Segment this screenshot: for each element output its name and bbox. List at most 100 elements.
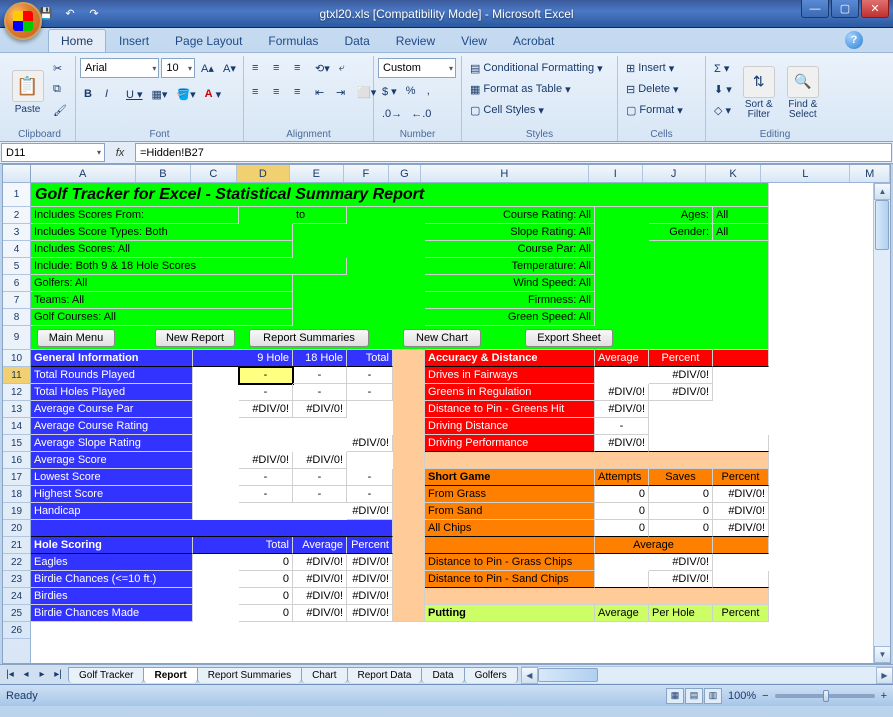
cells-area[interactable]: Golf Tracker for Excel - Statistical Sum… (31, 183, 873, 663)
format-painter-button[interactable]: 🖌 (49, 100, 71, 120)
view-normal-button[interactable]: ▦ (666, 688, 684, 704)
button-main-menu[interactable]: Main Menu (37, 329, 115, 347)
row-header-17[interactable]: 17 (3, 469, 30, 486)
row-header-25[interactable]: 25 (3, 605, 30, 622)
button-new-report[interactable]: New Report (155, 329, 235, 347)
col-header-E[interactable]: E (290, 165, 343, 182)
decrease-decimal-button[interactable]: ←.0 (407, 104, 435, 124)
align-center-button[interactable]: ≡ (269, 82, 289, 102)
col-header-J[interactable]: J (643, 165, 706, 182)
scroll-left-button[interactable]: ◀ (521, 667, 538, 684)
italic-button[interactable]: I (101, 84, 121, 104)
cell-styles-button[interactable]: ▢ Cell Styles ▾ (466, 100, 613, 120)
row-header-18[interactable]: 18 (3, 486, 30, 503)
office-button[interactable] (4, 2, 42, 40)
tab-formulas[interactable]: Formulas (255, 29, 331, 52)
col-header-G[interactable]: G (389, 165, 421, 182)
row-header-24[interactable]: 24 (3, 588, 30, 605)
maximize-button[interactable]: ▢ (831, 0, 859, 18)
row-header-9[interactable]: 9 (3, 326, 30, 350)
row-header-8[interactable]: 8 (3, 309, 30, 326)
scroll-up-button[interactable]: ▲ (874, 183, 890, 200)
sheet-nav-first[interactable]: |◂ (2, 667, 18, 683)
help-icon[interactable]: ? (845, 31, 863, 49)
view-page-break-button[interactable]: ▥ (704, 688, 722, 704)
sheet-nav-last[interactable]: ▸| (50, 667, 66, 683)
number-format-combo[interactable]: Custom (378, 58, 456, 78)
sheet-nav-next[interactable]: ▸ (34, 667, 50, 683)
row-header-15[interactable]: 15 (3, 435, 30, 452)
fx-button[interactable]: fx (106, 142, 134, 163)
conditional-formatting-button[interactable]: ▤ Conditional Formatting ▾ (466, 58, 613, 78)
col-header-H[interactable]: H (421, 165, 589, 182)
col-header-B[interactable]: B (136, 165, 191, 182)
tab-home[interactable]: Home (48, 29, 106, 52)
sheet-nav-prev[interactable]: ◂ (18, 667, 34, 683)
sheet-tab-data[interactable]: Data (421, 667, 464, 683)
cut-button[interactable]: ✂ (49, 58, 71, 78)
scroll-down-button[interactable]: ▼ (874, 646, 890, 663)
percent-button[interactable]: % (402, 81, 422, 101)
select-all-corner[interactable] (3, 165, 31, 182)
fill-button[interactable]: ⬇ ▾ (710, 79, 736, 99)
sheet-tab-report[interactable]: Report (143, 667, 197, 683)
row-header-3[interactable]: 3 (3, 224, 30, 241)
zoom-out-button[interactable]: − (762, 690, 768, 702)
close-button[interactable]: ✕ (861, 0, 889, 18)
tab-acrobat[interactable]: Acrobat (500, 29, 567, 52)
row-header-5[interactable]: 5 (3, 258, 30, 275)
shrink-font-button[interactable]: A▾ (219, 58, 239, 78)
insert-cells-button[interactable]: ⊞ Insert ▾ (622, 58, 701, 78)
col-header-A[interactable]: A (31, 165, 136, 182)
fill-color-button[interactable]: 🪣▾ (172, 84, 199, 104)
copy-button[interactable]: ⧉ (49, 79, 71, 99)
col-header-K[interactable]: K (706, 165, 761, 182)
row-header-2[interactable]: 2 (3, 207, 30, 224)
row-header-10[interactable]: 10 (3, 350, 30, 367)
tab-insert[interactable]: Insert (106, 29, 162, 52)
button-export-sheet[interactable]: Export Sheet (525, 329, 613, 347)
autosum-button[interactable]: Σ ▾ (710, 58, 736, 78)
find-select-button[interactable]: 🔍 Find & Select (782, 58, 824, 127)
row-header-4[interactable]: 4 (3, 241, 30, 258)
row-header-26[interactable]: 26 (3, 622, 30, 639)
sheet-tab-golfers[interactable]: Golfers (464, 667, 518, 683)
row-header-7[interactable]: 7 (3, 292, 30, 309)
sheet-tab-report-summaries[interactable]: Report Summaries (197, 667, 302, 683)
row-header-6[interactable]: 6 (3, 275, 30, 292)
font-color-button[interactable]: A▾ (201, 84, 225, 104)
orientation-button[interactable]: ⟲▾ (311, 58, 334, 78)
font-name-combo[interactable]: Arial (80, 58, 159, 78)
name-box[interactable]: D11 (1, 143, 105, 162)
vertical-scrollbar[interactable]: ▲ ▼ (873, 183, 890, 663)
zoom-in-button[interactable]: + (881, 690, 887, 702)
wrap-text-button[interactable]: ⤶ (335, 58, 355, 78)
qat-undo-icon[interactable]: ↶ (60, 4, 80, 24)
col-header-F[interactable]: F (344, 165, 390, 182)
row-header-20[interactable]: 20 (3, 520, 30, 537)
comma-button[interactable]: , (423, 81, 443, 101)
tab-review[interactable]: Review (383, 29, 448, 52)
align-middle-button[interactable]: ≡ (269, 58, 289, 78)
currency-button[interactable]: $ ▾ (378, 81, 401, 101)
grow-font-button[interactable]: A▴ (197, 58, 217, 78)
col-header-M[interactable]: M (850, 165, 890, 182)
minimize-button[interactable]: — (801, 0, 829, 18)
zoom-slider[interactable] (775, 694, 875, 698)
format-as-table-button[interactable]: ▦ Format as Table ▾ (466, 79, 613, 99)
col-header-I[interactable]: I (589, 165, 642, 182)
merge-button[interactable]: ⬜▾ (353, 82, 373, 102)
horizontal-scrollbar[interactable]: ◀ ▶ (521, 666, 893, 683)
button-report-summaries[interactable]: Report Summaries (249, 329, 369, 347)
border-button[interactable]: ▦▾ (148, 84, 172, 104)
tab-data[interactable]: Data (331, 29, 382, 52)
align-bottom-button[interactable]: ≡ (290, 58, 310, 78)
row-header-19[interactable]: 19 (3, 503, 30, 520)
tab-view[interactable]: View (448, 29, 500, 52)
col-header-L[interactable]: L (761, 165, 850, 182)
tab-page-layout[interactable]: Page Layout (162, 29, 255, 52)
qat-redo-icon[interactable]: ↷ (84, 4, 104, 24)
formula-input[interactable]: =Hidden!B27 (135, 143, 892, 162)
sheet-tab-golf-tracker[interactable]: Golf Tracker (68, 667, 144, 683)
increase-indent-button[interactable]: ⇥ (332, 82, 352, 102)
